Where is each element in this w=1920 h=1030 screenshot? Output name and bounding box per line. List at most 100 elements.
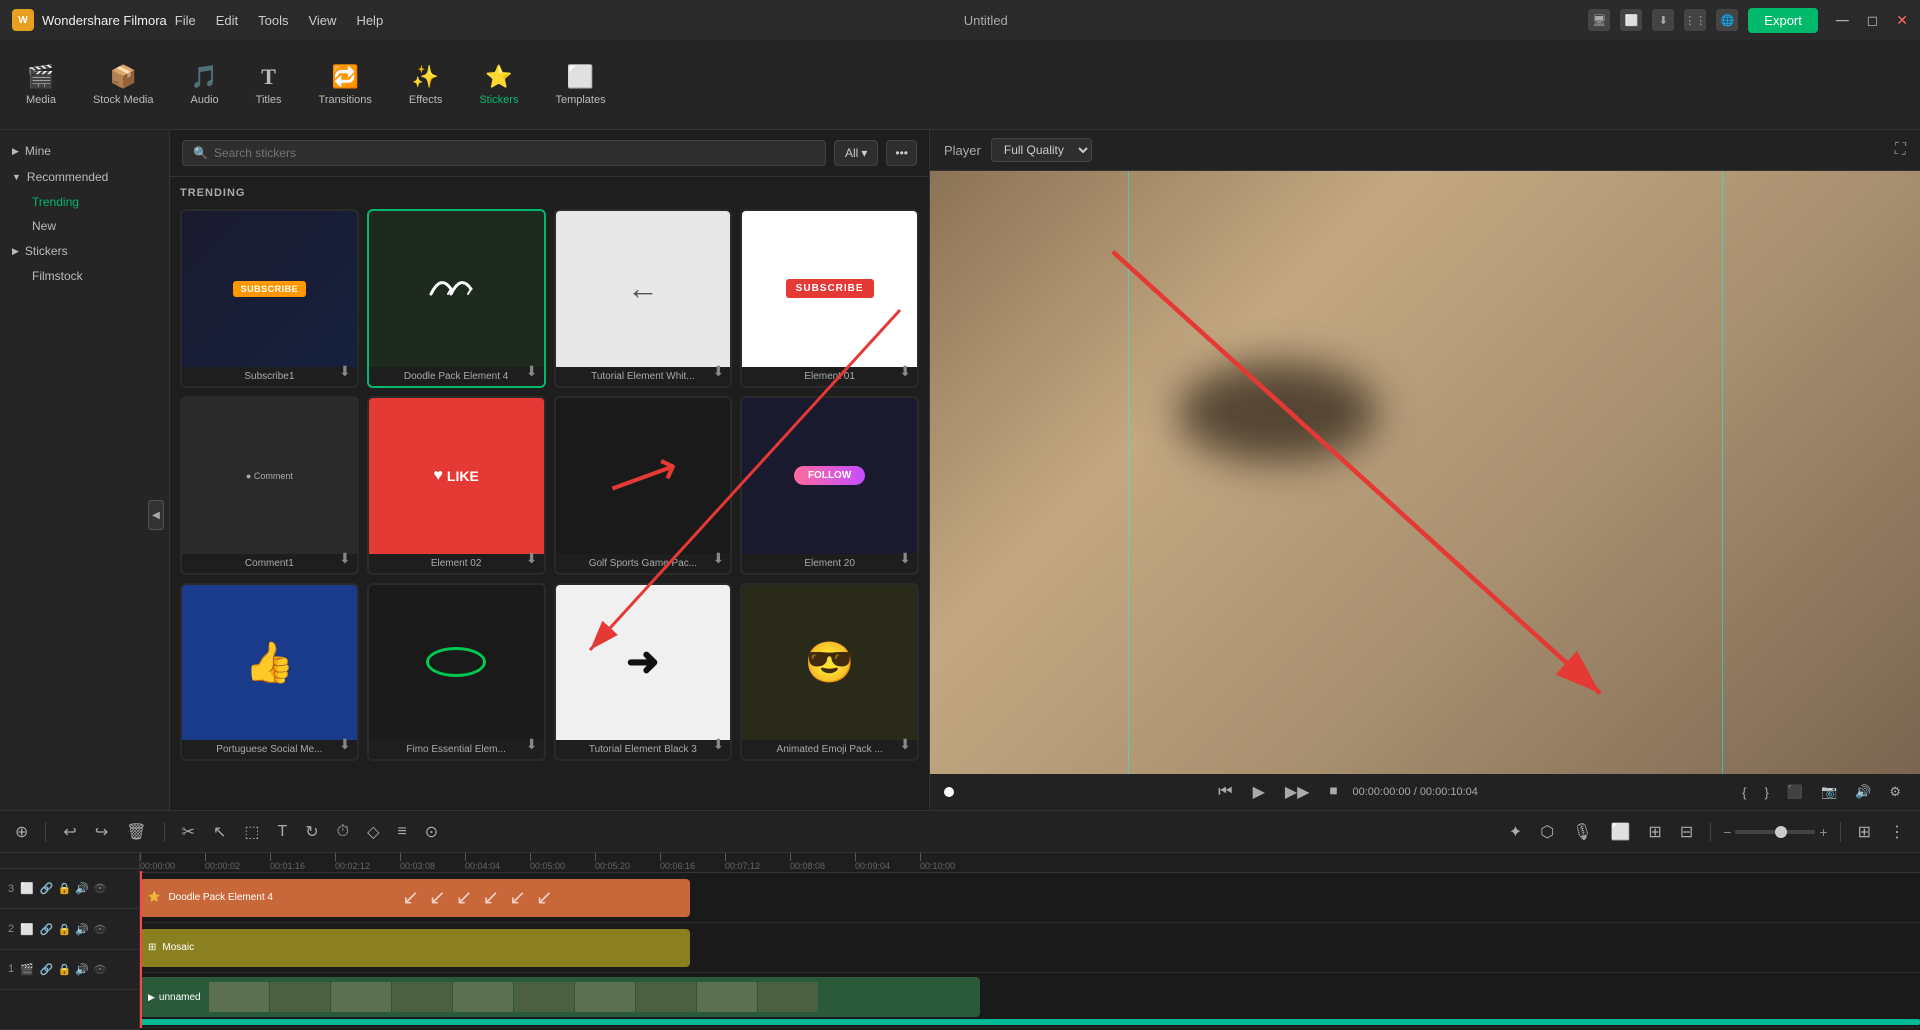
zoom-thumb[interactable]: [1775, 826, 1787, 838]
panel-collapse-button[interactable]: ◀: [148, 500, 164, 530]
sticker-element20[interactable]: FOLLOW ⬇ Element 20: [740, 396, 919, 575]
fit-button[interactable]: ⬛: [1782, 782, 1808, 802]
sticker-portuguese[interactable]: 👍 ⬇ Portuguese Social Me...: [180, 583, 359, 762]
element20-download-icon[interactable]: ⬇: [899, 550, 911, 567]
sticker-tutorial-black[interactable]: ➜ ⬇ Tutorial Element Black 3: [554, 583, 733, 762]
track2-audio-button[interactable]: 🔊: [75, 923, 89, 936]
icon-monitor[interactable]: 🖥: [1588, 9, 1610, 31]
timeline-split-button[interactable]: ⬜: [1605, 820, 1635, 844]
track1-lock-button[interactable]: 🔒: [58, 882, 72, 895]
more-options-button[interactable]: •••: [886, 140, 917, 166]
track1-visible-button[interactable]: 👁: [93, 882, 107, 895]
section-mine-header[interactable]: ▶ Mine: [0, 138, 169, 164]
sticker-fimo[interactable]: ⬇ Fimo Essential Elem...: [367, 583, 546, 762]
menu-edit[interactable]: Edit: [216, 13, 238, 28]
tutorial-black-download-icon[interactable]: ⬇: [713, 736, 725, 753]
tool-audio[interactable]: 🎵 Audio: [175, 58, 235, 112]
window-close-icon[interactable]: ✕: [1896, 12, 1908, 29]
timeline-rotate-button[interactable]: ↻: [300, 820, 323, 844]
nav-trending[interactable]: Trending: [20, 190, 169, 214]
sticker-element02[interactable]: ♥ LIKE ⬇ Element 02: [367, 396, 546, 575]
playhead[interactable]: [140, 873, 142, 1028]
doodle4-download-icon[interactable]: ⬇: [526, 363, 538, 380]
timeline-more-button[interactable]: ⋮: [1884, 820, 1910, 844]
track3-link-button[interactable]: 🔗: [40, 963, 54, 976]
timeline-undo-button[interactable]: ↩: [58, 820, 81, 844]
element02-download-icon[interactable]: ⬇: [526, 550, 538, 567]
section-stickers-header[interactable]: ▶ Stickers: [0, 238, 169, 264]
tutorial-white-download-icon[interactable]: ⬇: [713, 363, 725, 380]
zoom-out-icon[interactable]: −: [1723, 824, 1731, 840]
mark-in-button[interactable]: {: [1737, 783, 1751, 802]
section-recommended-header[interactable]: ▼ Recommended: [0, 164, 169, 190]
mark-out-button[interactable]: }: [1759, 783, 1773, 802]
settings-button[interactable]: ⚙: [1884, 782, 1906, 802]
menu-help[interactable]: Help: [356, 13, 383, 28]
tool-templates[interactable]: ⬜ Templates: [539, 58, 621, 112]
track2-lock-button[interactable]: 🔒: [58, 923, 72, 936]
menu-file[interactable]: File: [175, 13, 196, 28]
clip-mosaic[interactable]: ⊞ Mosaic: [140, 929, 690, 967]
prev-frame-button[interactable]: ⏮: [1213, 781, 1237, 803]
portuguese-download-icon[interactable]: ⬇: [339, 736, 351, 753]
sticker-subscribe1[interactable]: SUBSCRIBE ⬇ Subscribe1: [180, 209, 359, 388]
tool-stickers[interactable]: ⭐ Stickers: [463, 58, 534, 112]
timeline-ai-button[interactable]: ⊙: [420, 820, 443, 844]
nav-filmstock[interactable]: Filmstock: [20, 264, 169, 288]
emoji-download-icon[interactable]: ⬇: [899, 736, 911, 753]
sticker-element01[interactable]: SUBSCRIBE ⬇ Element 01: [740, 209, 919, 388]
sticker-comment1[interactable]: ● Comment ⬇ Comment1: [180, 396, 359, 575]
tool-titles[interactable]: T Titles: [240, 58, 298, 112]
clip-video[interactable]: ▶ unnamed: [140, 977, 980, 1017]
fimo-download-icon[interactable]: ⬇: [526, 736, 538, 753]
comment1-download-icon[interactable]: ⬇: [339, 550, 351, 567]
timeline-magic-button[interactable]: ✦: [1504, 820, 1527, 844]
timeline-delete-button[interactable]: 🗑: [121, 820, 151, 844]
export-button[interactable]: Export: [1748, 8, 1818, 33]
nav-new[interactable]: New: [20, 214, 169, 238]
zoom-in-icon[interactable]: +: [1819, 824, 1827, 840]
clip-doodle[interactable]: ⭐ Doodle Pack Element 4 ↙ ↙ ↙ ↙ ↙ ↙: [140, 879, 690, 917]
element01-download-icon[interactable]: ⬇: [899, 363, 911, 380]
sticker-golf[interactable]: ⟶ ⬇ Golf Sports Game Pac...: [554, 396, 733, 575]
timeline-cut-button[interactable]: ✂: [177, 820, 200, 844]
window-maximize-icon[interactable]: ◻: [1867, 12, 1879, 29]
timeline-color-button[interactable]: ◇: [362, 820, 384, 844]
icon-download[interactable]: ⬇: [1652, 9, 1674, 31]
track3-lock-button[interactable]: 🔒: [58, 963, 72, 976]
sticker-emoji[interactable]: 😎 ⬇ Animated Emoji Pack ...: [740, 583, 919, 762]
timeline-audio-button[interactable]: ≡: [392, 821, 411, 843]
timeline-tracks[interactable]: 00:00:00 00:00:02 00:01:16 00:02:12 00:0…: [140, 853, 1920, 1030]
tool-media[interactable]: 🎬 Media: [10, 58, 72, 112]
menu-tools[interactable]: Tools: [258, 13, 288, 28]
square-button[interactable]: ⏹: [1324, 781, 1342, 803]
icon-layout[interactable]: ⬜: [1620, 9, 1642, 31]
window-minimize-icon[interactable]: ─: [1836, 10, 1849, 31]
player-expand-icon[interactable]: ⛶: [1895, 141, 1906, 158]
track2-link-button[interactable]: 🔗: [40, 923, 54, 936]
tool-transitions[interactable]: 🔁 Transitions: [303, 58, 388, 112]
track1-audio-button[interactable]: 🔊: [75, 882, 89, 895]
audio-button[interactable]: 🔊: [1850, 782, 1876, 802]
stop-button[interactable]: ▶▶: [1280, 780, 1315, 804]
filter-dropdown[interactable]: All ▾: [834, 140, 878, 166]
search-input-container[interactable]: 🔍: [182, 140, 826, 166]
timeline-add-track-button[interactable]: ⊕: [10, 820, 33, 844]
screenshot-button[interactable]: 📷: [1816, 782, 1842, 802]
timeline-mark-button[interactable]: ⬡: [1535, 820, 1559, 844]
timeline-crop-button[interactable]: ⬚: [239, 820, 264, 844]
timeline-clock-button[interactable]: ⏱: [332, 821, 354, 843]
icon-apps[interactable]: ⋮⋮: [1684, 9, 1706, 31]
search-input[interactable]: [214, 146, 815, 160]
track1-link-button[interactable]: 🔗: [40, 882, 54, 895]
icon-globe[interactable]: 🌐: [1716, 9, 1738, 31]
tool-stock-media[interactable]: 📦 Stock Media: [77, 58, 170, 112]
timeline-redo-button[interactable]: ↪: [90, 820, 113, 844]
timeline-select-button[interactable]: ↖: [208, 820, 231, 844]
track2-visible-button[interactable]: 👁: [93, 923, 107, 936]
play-button[interactable]: ▶: [1248, 780, 1270, 804]
track3-audio-button[interactable]: 🔊: [75, 963, 89, 976]
track3-visible-button[interactable]: 👁: [93, 963, 107, 976]
timeline-table-button[interactable]: ⊟: [1675, 820, 1698, 844]
timeline-grid-button[interactable]: ⊞: [1853, 820, 1876, 844]
